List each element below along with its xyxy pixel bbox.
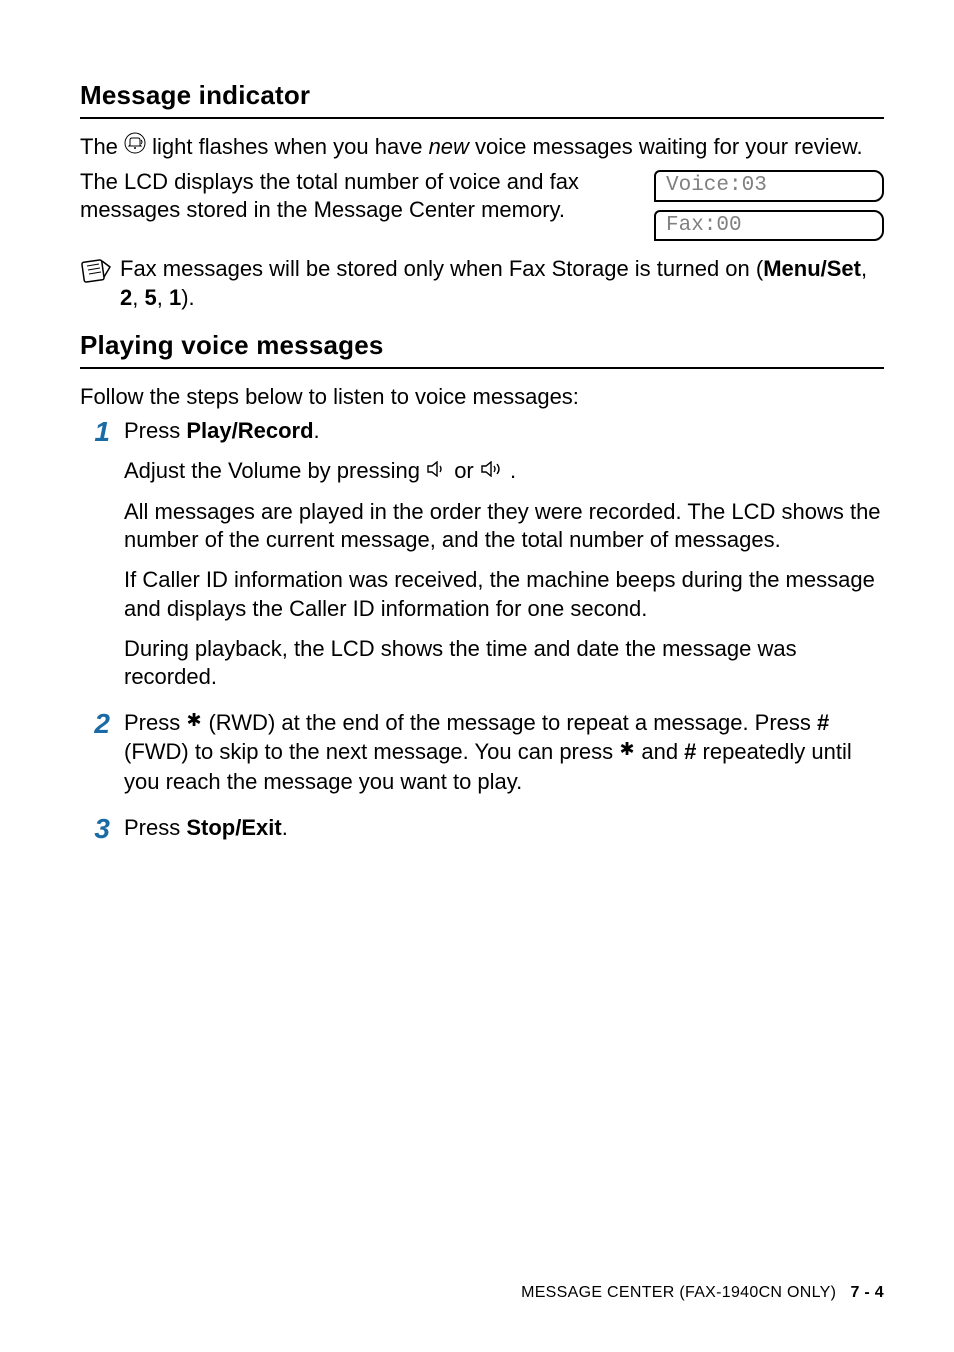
text-bold: #	[684, 739, 696, 764]
text-fragment: The	[80, 134, 124, 159]
svg-text:✱: ✱	[187, 713, 202, 729]
text-fragment: and	[635, 739, 684, 764]
text-bold: 2	[120, 285, 132, 310]
text-bold: #	[817, 710, 829, 735]
text-fragment: ,	[861, 256, 867, 281]
text-fragment: or	[454, 458, 480, 483]
heading-message-indicator: Message indicator	[80, 80, 884, 111]
footer-label: MESSAGE CENTER (FAX-1940CN ONLY)	[521, 1284, 836, 1301]
text-fragment: ,	[157, 285, 169, 310]
text-fragment: ,	[132, 285, 144, 310]
lcd-voice: Voice:03	[654, 170, 884, 201]
text-fragment: (RWD) at the end of the message to repea…	[202, 710, 817, 735]
text-fragment: .	[510, 458, 516, 483]
text-fragment: Adjust the Volume by pressing	[124, 458, 426, 483]
step1-para-3: All messages are played in the order the…	[124, 498, 884, 554]
text-bold: Menu/Set	[763, 256, 861, 281]
note-text: Fax messages will be stored only when Fa…	[120, 255, 884, 312]
text-bold: 5	[144, 285, 156, 310]
volume-up-icon	[480, 456, 504, 484]
message-light-icon	[124, 132, 146, 161]
step1-para-5: During playback, the LCD shows the time …	[124, 635, 884, 691]
text-fragment: Press	[124, 418, 186, 443]
rule-1	[80, 117, 884, 119]
star-key-icon: ✱	[619, 737, 635, 765]
text-italic-new: new	[429, 134, 469, 159]
para-intro-1: The light flashes when you have new voic…	[80, 133, 884, 162]
note-icon	[80, 255, 112, 312]
text-bold: Play/Record	[186, 418, 313, 443]
step-number-2: 2	[80, 709, 110, 808]
star-key-icon: ✱	[186, 708, 202, 736]
text-fragment: Press	[124, 815, 186, 840]
text-fragment: voice messages waiting for your review.	[469, 134, 863, 159]
text-fragment: ).	[181, 285, 194, 310]
volume-down-icon	[426, 456, 448, 484]
footer-page: 7 - 4	[850, 1284, 884, 1301]
text-bold: Stop/Exit	[186, 815, 281, 840]
text-fragment: (FWD) to skip to the next message. You c…	[124, 739, 619, 764]
step-body-3: Press Stop/Exit.	[124, 814, 884, 854]
text-fragment: .	[282, 815, 288, 840]
step-number-3: 3	[80, 814, 110, 854]
page-footer: MESSAGE CENTER (FAX-1940CN ONLY) 7 - 4	[521, 1284, 884, 1302]
text-fragment: .	[314, 418, 320, 443]
heading-playing-voice: Playing voice messages	[80, 330, 884, 361]
svg-text:✱: ✱	[620, 742, 635, 758]
step-number-1: 1	[80, 417, 110, 703]
step1-para-4: If Caller ID information was received, t…	[124, 566, 884, 622]
text-fragment: Fax messages will be stored only when Fa…	[120, 256, 763, 281]
text-fragment: Press	[124, 710, 186, 735]
rule-2	[80, 367, 884, 369]
para-intro-2: The LCD displays the total number of voi…	[80, 168, 634, 223]
text-bold: 1	[169, 285, 181, 310]
text-fragment: light flashes when you have	[152, 134, 428, 159]
lcd-fax: Fax:00	[654, 210, 884, 241]
step-body-2: Press ✱ (RWD) at the end of the message …	[124, 709, 884, 808]
para-follow-steps: Follow the steps below to listen to voic…	[80, 383, 884, 411]
step-body-1: Press Play/Record. Adjust the Volume by …	[124, 417, 884, 703]
